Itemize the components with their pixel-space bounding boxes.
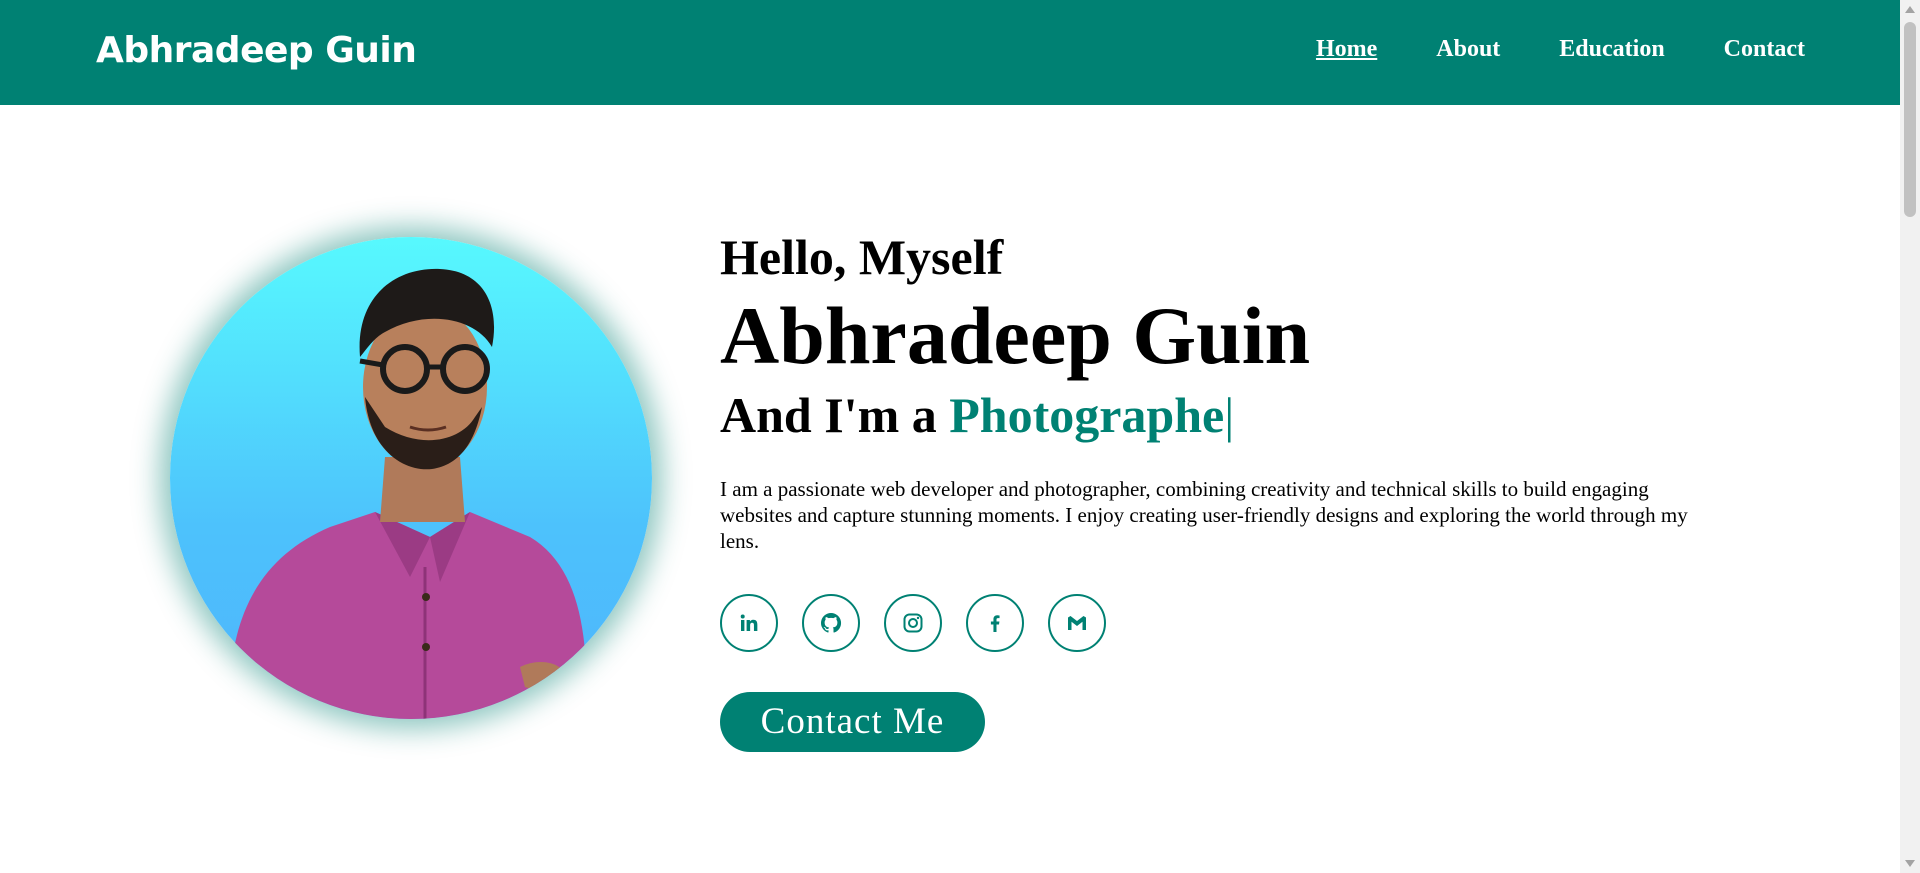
scroll-down-arrow-icon[interactable] bbox=[1905, 860, 1915, 867]
greeting-text: Hello, Myself bbox=[720, 229, 1004, 285]
nav-education[interactable]: Education bbox=[1559, 36, 1664, 63]
role-line: And I'm a Photographe| bbox=[720, 384, 1700, 446]
github-icon bbox=[820, 612, 842, 633]
typing-caret: | bbox=[1224, 387, 1235, 443]
scroll-up-arrow-icon[interactable] bbox=[1905, 6, 1915, 13]
nav-about[interactable]: About bbox=[1436, 36, 1500, 63]
gmail-link[interactable] bbox=[1048, 594, 1106, 652]
facebook-link[interactable] bbox=[966, 594, 1024, 652]
linkedin-link[interactable] bbox=[720, 594, 778, 652]
facebook-icon bbox=[990, 615, 1000, 632]
site-header: Abhradeep Guin Home About Education Cont… bbox=[0, 0, 1900, 105]
instagram-link[interactable] bbox=[884, 594, 942, 652]
role-typed-text: Photographe bbox=[949, 387, 1225, 443]
gmail-icon bbox=[1068, 616, 1086, 630]
contact-me-button[interactable]: Contact Me bbox=[720, 692, 985, 752]
scroll-thumb[interactable] bbox=[1904, 22, 1916, 217]
site-logo[interactable]: Abhradeep Guin bbox=[96, 30, 417, 71]
role-prefix: And I'm a bbox=[720, 387, 950, 443]
profile-photo bbox=[170, 237, 652, 719]
hero-bio: I am a passionate web developer and phot… bbox=[720, 477, 1688, 553]
hero-name: Abhradeep Guin bbox=[720, 290, 1311, 381]
page-scrollbar[interactable] bbox=[1900, 0, 1920, 873]
nav-home[interactable]: Home bbox=[1316, 36, 1377, 63]
hero-section: Hello, Myself Abhradeep Guin And I'm a P… bbox=[720, 228, 1700, 752]
main-nav: Home About Education Contact bbox=[1316, 36, 1805, 63]
github-link[interactable] bbox=[802, 594, 860, 652]
nav-contact[interactable]: Contact bbox=[1724, 36, 1805, 63]
linkedin-icon bbox=[740, 614, 758, 631]
instagram-icon bbox=[903, 613, 923, 633]
social-links bbox=[720, 594, 1700, 652]
